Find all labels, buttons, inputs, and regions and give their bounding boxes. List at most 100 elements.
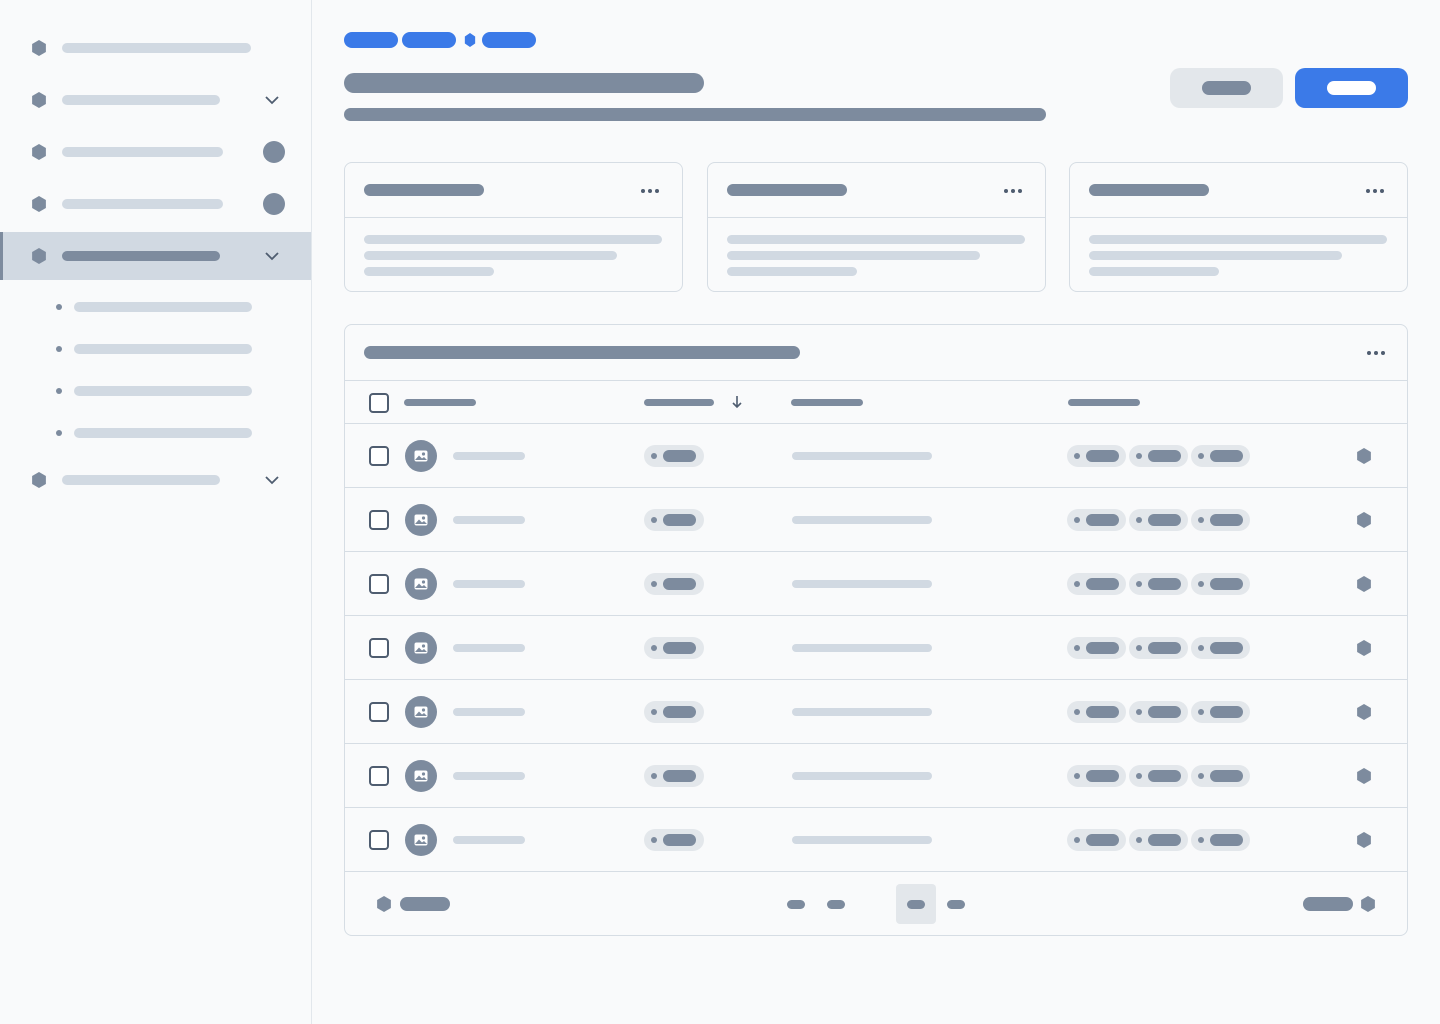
table-row[interactable]	[345, 424, 1407, 488]
column-header[interactable]	[404, 399, 476, 406]
tag-chip	[1191, 573, 1250, 595]
sidebar-item-label	[62, 475, 220, 485]
image-icon	[414, 450, 428, 462]
row-description	[792, 772, 932, 780]
table-panel	[344, 324, 1408, 936]
sidebar-subitem[interactable]	[0, 411, 311, 453]
column-header[interactable]	[791, 399, 863, 406]
row-checkbox[interactable]	[369, 638, 389, 658]
more-horizontal-icon[interactable]	[1367, 350, 1385, 356]
more-horizontal-icon[interactable]	[1366, 188, 1384, 194]
arrow-down-icon[interactable]	[731, 395, 743, 409]
row-name	[453, 772, 525, 780]
sidebar-subitem[interactable]	[0, 369, 311, 411]
hexagon-icon[interactable]	[1357, 512, 1371, 528]
hexagon-icon[interactable]	[1357, 448, 1371, 464]
hexagon-icon[interactable]	[377, 896, 391, 912]
table-row[interactable]	[345, 552, 1407, 616]
select-all-checkbox[interactable]	[369, 393, 389, 413]
page-subtitle	[344, 108, 1046, 121]
page-button[interactable]	[816, 884, 856, 924]
chevron-down-icon[interactable]	[264, 92, 280, 108]
page-button-current[interactable]	[896, 884, 936, 924]
hexagon-icon[interactable]	[1357, 640, 1371, 656]
bullet-icon	[56, 388, 62, 394]
tag-chip	[1067, 701, 1126, 723]
sidebar-subitem[interactable]	[0, 285, 311, 327]
sidebar-item[interactable]	[0, 180, 311, 228]
tag-dot-icon	[1198, 709, 1204, 715]
hexagon-icon[interactable]	[1361, 896, 1375, 912]
chevron-down-icon[interactable]	[264, 248, 280, 264]
card-text-line	[727, 251, 980, 260]
pagination-prev-label[interactable]	[400, 897, 450, 911]
table-row[interactable]	[345, 680, 1407, 744]
tag-dot-icon	[1074, 709, 1080, 715]
image-icon	[414, 514, 428, 526]
hexagon-icon[interactable]	[1357, 768, 1371, 784]
breadcrumb-link[interactable]	[344, 32, 398, 48]
row-checkbox[interactable]	[369, 446, 389, 466]
hexagon-icon	[464, 33, 476, 47]
page-button[interactable]	[776, 884, 816, 924]
sidebar-item[interactable]	[0, 456, 311, 504]
secondary-button[interactable]	[1170, 68, 1283, 108]
page-button[interactable]	[936, 884, 976, 924]
row-checkbox[interactable]	[369, 510, 389, 530]
tag-label	[1210, 642, 1243, 654]
tag-label	[1210, 706, 1243, 718]
sidebar-item[interactable]	[0, 128, 311, 176]
row-checkbox[interactable]	[369, 574, 389, 594]
row-checkbox[interactable]	[369, 702, 389, 722]
primary-button[interactable]	[1295, 68, 1408, 108]
tag-label	[1148, 834, 1181, 846]
tag-chip	[1067, 573, 1126, 595]
tag-label	[1148, 450, 1181, 462]
tag-chip	[1191, 509, 1250, 531]
primary-button-label	[1327, 81, 1376, 95]
column-header[interactable]	[1068, 399, 1140, 406]
more-horizontal-icon[interactable]	[641, 188, 659, 194]
sidebar-subitem[interactable]	[0, 327, 311, 369]
status-label	[663, 770, 696, 782]
table-row[interactable]	[345, 744, 1407, 808]
sidebar	[0, 0, 312, 1024]
tag-chip	[1129, 765, 1188, 787]
sidebar-item-label	[62, 251, 220, 261]
status-badge	[644, 509, 704, 531]
hexagon-icon[interactable]	[1357, 576, 1371, 592]
status-label	[663, 514, 696, 526]
pagination-next-label[interactable]	[1303, 897, 1353, 911]
status-label	[663, 834, 696, 846]
sidebar-item[interactable]	[0, 24, 311, 72]
card-header	[1070, 163, 1407, 218]
card-text-line	[364, 235, 662, 244]
image-icon	[414, 834, 428, 846]
table-row[interactable]	[345, 808, 1407, 872]
table-row[interactable]	[345, 616, 1407, 680]
avatar	[405, 760, 437, 792]
tag-chip	[1129, 829, 1188, 851]
status-dot-icon	[651, 837, 657, 843]
row-checkbox[interactable]	[369, 766, 389, 786]
card-text-line	[727, 267, 857, 276]
tag-dot-icon	[1198, 645, 1204, 651]
sidebar-item-active[interactable]	[0, 232, 311, 280]
more-horizontal-icon[interactable]	[1004, 188, 1022, 194]
hexagon-icon[interactable]	[1357, 832, 1371, 848]
tag-dot-icon	[1198, 837, 1204, 843]
chevron-down-icon[interactable]	[264, 472, 280, 488]
sidebar-item[interactable]	[0, 76, 311, 124]
tag-label	[1210, 770, 1243, 782]
tag-chip	[1191, 637, 1250, 659]
row-name	[453, 580, 525, 588]
table-row[interactable]	[345, 488, 1407, 552]
hexagon-icon[interactable]	[1357, 704, 1371, 720]
column-header-sorted[interactable]	[644, 399, 714, 406]
avatar	[405, 824, 437, 856]
row-checkbox[interactable]	[369, 830, 389, 850]
card-header	[345, 163, 682, 218]
breadcrumb-current[interactable]	[482, 32, 536, 48]
breadcrumb-link[interactable]	[402, 32, 456, 48]
tag-label	[1148, 706, 1181, 718]
